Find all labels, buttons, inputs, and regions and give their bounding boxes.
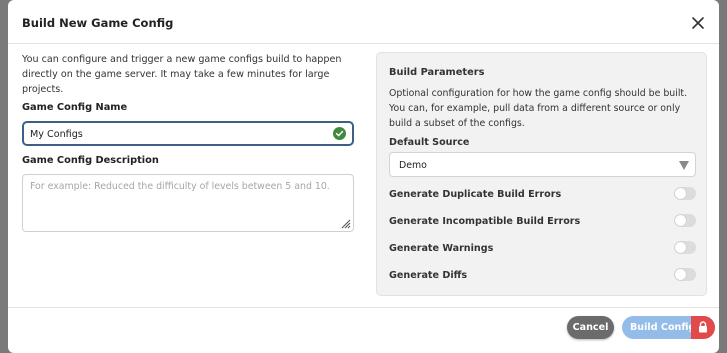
default-source-value: Demo	[399, 160, 427, 171]
config-description-label: Game Config Description	[22, 155, 159, 166]
build-config-dialog: Build New Game Config You can configure …	[8, 0, 719, 353]
toggle-diffs[interactable]	[674, 268, 696, 281]
check-circle-icon	[333, 127, 346, 140]
config-name-input[interactable]	[30, 126, 320, 142]
toggle-knob	[675, 215, 686, 226]
close-button[interactable]	[689, 14, 707, 32]
toggle-knob	[675, 188, 686, 199]
build-config-button[interactable]: Build Config	[622, 316, 715, 339]
resize-handle-icon[interactable]	[339, 217, 351, 229]
lock-icon	[699, 321, 707, 333]
lock-badge	[691, 316, 715, 339]
toggle-duplicate-errors[interactable]	[674, 187, 696, 200]
toggle-incompatible-errors[interactable]	[674, 214, 696, 227]
build-parameters-panel: Build Parameters Optional configuration …	[376, 52, 707, 296]
toggle-row-diffs: Generate Diffs	[389, 268, 696, 284]
config-description-field[interactable]	[22, 174, 354, 232]
build-config-label: Build Config	[630, 322, 696, 333]
toggle-row-duplicate-errors: Generate Duplicate Build Errors	[389, 187, 696, 203]
config-name-field[interactable]	[22, 121, 354, 146]
close-icon	[692, 17, 704, 29]
toggle-label-duplicate-errors: Generate Duplicate Build Errors	[389, 189, 562, 200]
build-parameters-description: Optional configuration for how the game …	[389, 88, 688, 129]
toggle-label-diffs: Generate Diffs	[389, 270, 468, 281]
toggle-knob	[675, 269, 686, 280]
toggle-label-warnings: Generate Warnings	[389, 243, 494, 254]
config-form: You can configure and trigger a new game…	[22, 52, 357, 232]
dialog-footer: Cancel Build Config	[8, 307, 719, 353]
default-source-select[interactable]: Demo	[389, 152, 696, 177]
dialog-title: Build New Game Config	[22, 16, 174, 30]
dialog-header: Build New Game Config	[8, 0, 719, 44]
chevron-down-icon	[679, 161, 689, 170]
toggle-label-incompatible-errors: Generate Incompatible Build Errors	[389, 216, 581, 227]
default-source-label: Default Source	[389, 137, 470, 148]
toggle-row-incompatible-errors: Generate Incompatible Build Errors	[389, 214, 696, 230]
config-description-input[interactable]	[30, 181, 340, 221]
toggle-row-warnings: Generate Warnings	[389, 241, 696, 257]
config-name-label: Game Config Name	[22, 102, 128, 113]
build-parameters-title: Build Parameters	[389, 67, 485, 78]
toggle-warnings[interactable]	[674, 241, 696, 254]
toggle-knob	[675, 242, 686, 253]
cancel-button[interactable]: Cancel	[567, 316, 614, 339]
intro-text: You can configure and trigger a new game…	[22, 54, 342, 95]
